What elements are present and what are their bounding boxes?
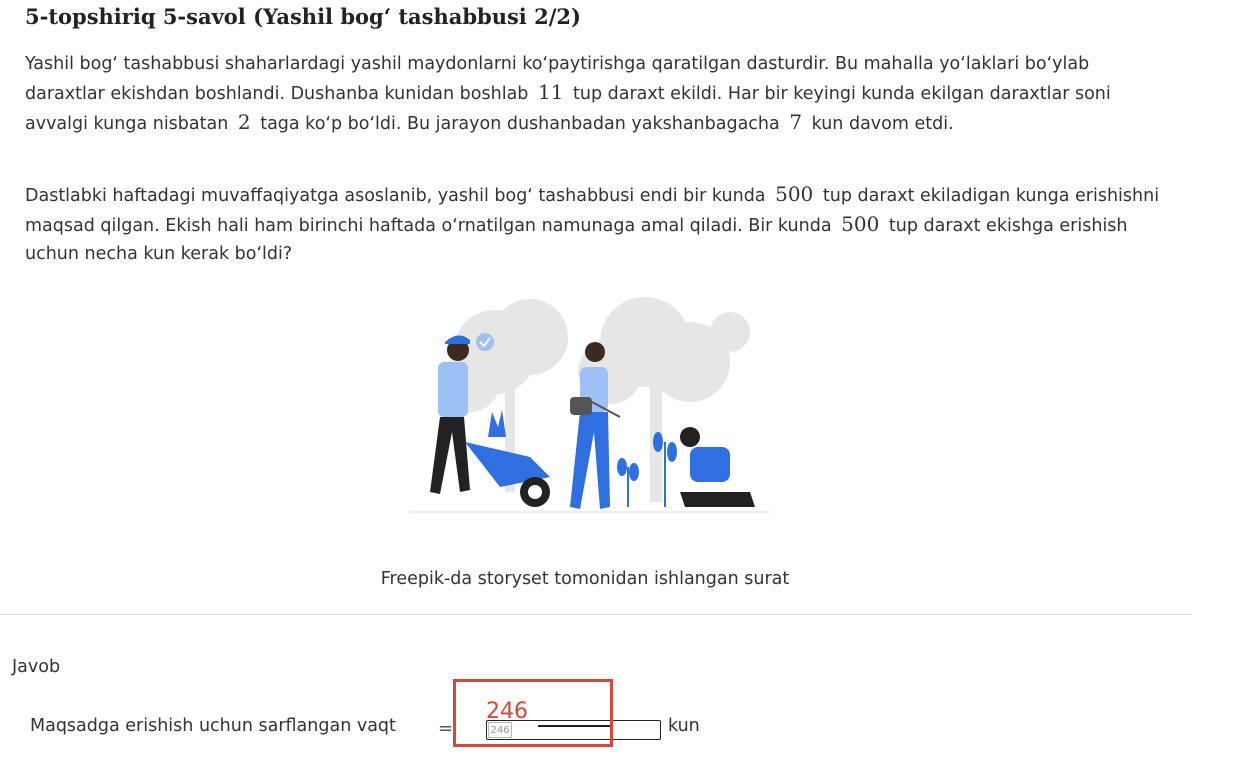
equals-sign: = — [438, 718, 454, 739]
divider — [0, 614, 1192, 615]
image-caption: Freepik-da storyset tomonidan ishlangan … — [380, 569, 790, 589]
question-paragraph-1: Yashil bog‘ tashabbusi shaharlardagi yas… — [25, 54, 1111, 134]
input-underline — [538, 725, 610, 727]
annotation-value: 246 — [486, 699, 528, 724]
question-title: 5-topshiriq 5-savol (Yashil bog‘ tashabb… — [25, 4, 581, 29]
number-value: 11 — [537, 80, 564, 104]
number-value: 2 — [237, 110, 251, 134]
answer-input-value[interactable]: 246 — [488, 722, 512, 738]
person-kneeling — [680, 427, 755, 507]
question-paragraph-2: Dastlabki haftadagi muvaffaqiyatga asosl… — [25, 182, 1160, 264]
answer-heading: Javob — [12, 657, 61, 677]
unit-label: kun — [668, 716, 700, 736]
number-value: 500 — [775, 182, 814, 206]
tree-planting-illustration — [410, 297, 770, 513]
number-value: 500 — [841, 212, 880, 236]
number-value: 7 — [789, 110, 803, 134]
answer-label: Maqsadga erishish uchun sarflangan vaqt — [30, 716, 396, 736]
